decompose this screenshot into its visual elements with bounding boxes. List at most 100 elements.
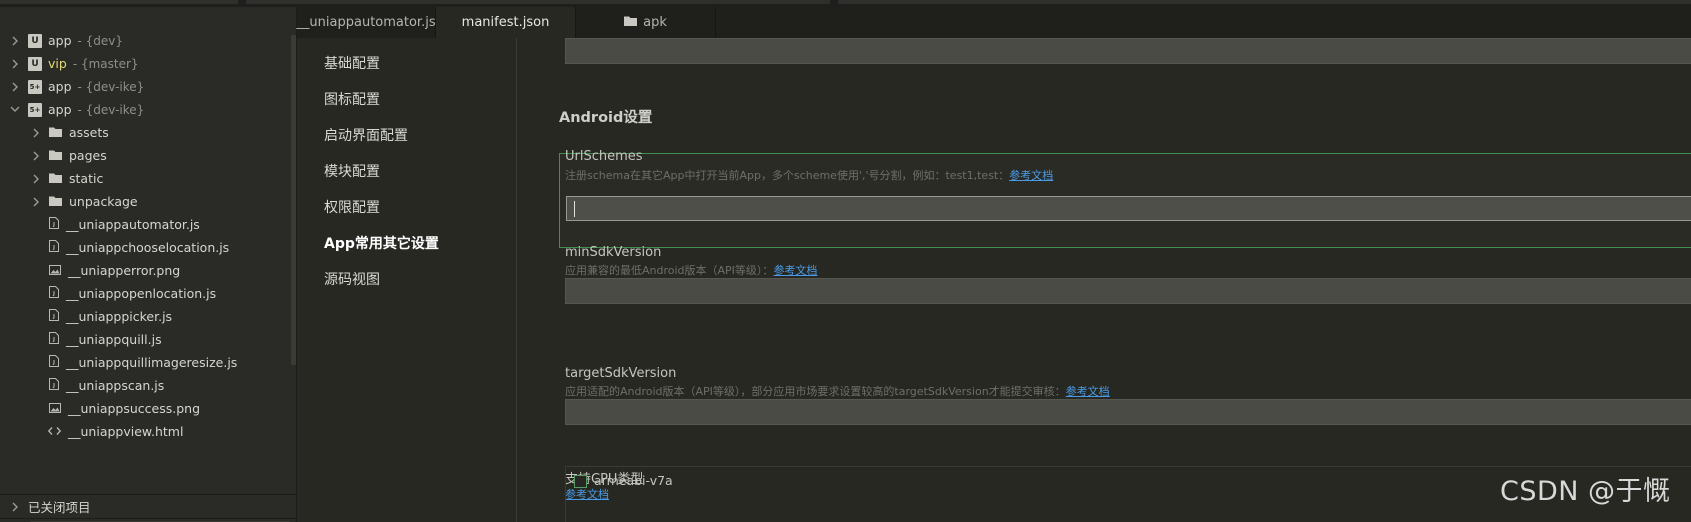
chevron-right-icon[interactable] bbox=[10, 82, 20, 92]
nav-item-source-view[interactable]: 源码视图 bbox=[324, 269, 380, 289]
url-schemes-hint-text: 注册schema在其它App中打开当前App，多个scheme使用','号分割，… bbox=[565, 169, 1010, 182]
folder-icon bbox=[49, 125, 62, 140]
file-row[interactable]: __uniappquill.js bbox=[0, 327, 290, 352]
min-sdk-hint: 应用兼容的最低Android版本（API等级）：参考文档 bbox=[565, 262, 817, 278]
file-row[interactable]: __uniappautomator.js bbox=[0, 212, 290, 237]
chevron-right-icon[interactable] bbox=[31, 197, 41, 207]
project-branch: - {dev} bbox=[77, 33, 124, 48]
project-branch: - {dev-ike} bbox=[77, 102, 145, 117]
folder-icon bbox=[49, 148, 62, 163]
file-row[interactable]: __uniapppicker.js bbox=[0, 304, 290, 329]
folder-row[interactable]: pages bbox=[0, 143, 290, 168]
file-name: __uniappquill.js bbox=[66, 332, 162, 347]
js-file-icon bbox=[49, 378, 59, 393]
url-schemes-hint: 注册schema在其它App中打开当前App，多个scheme使用','号分割，… bbox=[565, 167, 1053, 183]
nav-item-basic[interactable]: 基础配置 bbox=[324, 53, 380, 73]
armeabi-v7a-checkbox[interactable] bbox=[574, 475, 587, 488]
tab-uniappautomator[interactable]: __uniappautomator.js bbox=[296, 7, 436, 38]
chevron-right-icon[interactable] bbox=[10, 502, 20, 512]
target-sdk-hint-text: 应用适配的Android版本（API等级），部分应用市场要求设置较高的targe… bbox=[565, 385, 1066, 398]
url-schemes-label: UrlSchemes bbox=[565, 149, 643, 164]
editor-tabs: __uniappautomator.js manifest.json apk bbox=[296, 7, 1691, 38]
folder-row[interactable]: unpackage bbox=[0, 189, 290, 214]
uniapp-project-icon: U bbox=[28, 33, 42, 48]
project-branch: - {master} bbox=[72, 56, 139, 71]
project-name: app bbox=[48, 33, 72, 48]
chevron-right-icon[interactable] bbox=[10, 59, 20, 69]
url-schemes-input[interactable] bbox=[566, 196, 1691, 221]
url-schemes-doc-link[interactable]: 参考文档 bbox=[1009, 169, 1053, 182]
closed-projects-toggle[interactable]: 已关闭项目 bbox=[0, 494, 297, 518]
target-sdk-hint: 应用适配的Android版本（API等级），部分应用市场要求设置较高的targe… bbox=[565, 383, 1110, 399]
file-name: __uniapppicker.js bbox=[66, 309, 173, 324]
armeabi-v7a-label: armeabi-v7a bbox=[594, 473, 673, 488]
tab-label: manifest.json bbox=[461, 15, 550, 30]
project-name: vip bbox=[48, 56, 67, 71]
chevron-down-icon[interactable] bbox=[10, 105, 20, 115]
file-row[interactable]: __uniappopenlocation.js bbox=[0, 281, 290, 306]
js-file-icon bbox=[49, 286, 59, 301]
project-branch: - {dev-ike} bbox=[77, 79, 145, 94]
previous-field-input[interactable] bbox=[565, 38, 1691, 64]
window-top-strip bbox=[0, 0, 1691, 7]
min-sdk-hint-text: 应用兼容的最低Android版本（API等级）： bbox=[565, 264, 774, 277]
nav-item-modules[interactable]: 模块配置 bbox=[324, 161, 380, 181]
folder-icon bbox=[624, 15, 638, 30]
target-sdk-label: targetSdkVersion bbox=[565, 366, 677, 381]
file-row[interactable]: __uniappsuccess.png bbox=[0, 396, 290, 421]
project-name: app bbox=[48, 79, 72, 94]
project-row[interactable]: 5+ app - {dev-ike} bbox=[0, 74, 290, 99]
nav-item-app-other-settings[interactable]: App常用其它设置 bbox=[324, 233, 439, 253]
html5plus-project-icon: 5+ bbox=[28, 102, 42, 117]
file-name: __uniappopenlocation.js bbox=[66, 286, 217, 301]
project-row[interactable]: 5+ app - {dev-ike} bbox=[0, 97, 290, 122]
file-name: __uniappautomator.js bbox=[66, 217, 200, 232]
file-name: __uniappview.html bbox=[68, 424, 184, 439]
html5plus-project-icon: 5+ bbox=[28, 79, 42, 94]
target-sdk-input[interactable] bbox=[565, 399, 1691, 425]
sidebar-scrollbar[interactable] bbox=[291, 35, 296, 365]
settings-content: Android设置 UrlSchemes 注册schema在其它App中打开当前… bbox=[518, 38, 1691, 522]
file-row[interactable]: __uniappview.html bbox=[0, 419, 290, 444]
nav-item-splash[interactable]: 启动界面配置 bbox=[324, 125, 408, 145]
chevron-right-icon[interactable] bbox=[31, 128, 41, 138]
tab-manifest[interactable]: manifest.json bbox=[436, 7, 576, 38]
section-title: Android设置 bbox=[559, 110, 653, 126]
folder-name: unpackage bbox=[69, 194, 138, 209]
uniapp-project-icon: U bbox=[28, 56, 42, 71]
manifest-settings-nav: 基础配置 图标配置 启动界面配置 模块配置 权限配置 App常用其它设置 源码视… bbox=[297, 38, 517, 522]
folder-name: static bbox=[69, 171, 104, 186]
folder-row[interactable]: static bbox=[0, 166, 290, 191]
project-row[interactable]: U vip - {master} bbox=[0, 51, 290, 76]
chevron-right-icon[interactable] bbox=[10, 36, 20, 46]
target-sdk-doc-link[interactable]: 参考文档 bbox=[1066, 385, 1110, 398]
min-sdk-doc-link[interactable]: 参考文档 bbox=[773, 264, 817, 277]
file-name: __uniappchooselocation.js bbox=[66, 240, 230, 255]
folder-name: assets bbox=[69, 125, 109, 140]
image-file-icon bbox=[49, 401, 61, 416]
js-file-icon bbox=[49, 355, 59, 370]
file-row[interactable]: __uniapperror.png bbox=[0, 258, 290, 283]
html-file-icon bbox=[47, 424, 62, 439]
nav-item-icons[interactable]: 图标配置 bbox=[324, 89, 380, 109]
js-file-icon bbox=[49, 309, 59, 324]
top-strip-segment bbox=[246, 0, 830, 4]
file-row[interactable]: __uniappchooselocation.js bbox=[0, 235, 290, 260]
min-sdk-input[interactable] bbox=[565, 278, 1691, 304]
chevron-right-icon[interactable] bbox=[31, 174, 41, 184]
file-row[interactable]: __uniappscan.js bbox=[0, 373, 290, 398]
project-explorer: U app - {dev} U vip - {master} 5+ app - … bbox=[0, 7, 297, 522]
nav-item-permissions[interactable]: 权限配置 bbox=[324, 197, 380, 217]
folder-icon bbox=[49, 194, 62, 209]
chevron-right-icon[interactable] bbox=[31, 151, 41, 161]
project-row[interactable]: U app - {dev} bbox=[0, 28, 290, 53]
tab-apk[interactable]: apk bbox=[576, 7, 716, 38]
file-row[interactable]: __uniappquillimageresize.js bbox=[0, 350, 290, 375]
file-name: __uniappscan.js bbox=[66, 378, 165, 393]
top-strip-segment bbox=[838, 0, 1691, 4]
top-strip-segment bbox=[0, 0, 238, 4]
closed-projects-label: 已关闭项目 bbox=[28, 500, 91, 515]
folder-row[interactable]: assets bbox=[0, 120, 290, 145]
tab-label: apk bbox=[643, 15, 667, 30]
csdn-watermark: CSDN @于慨 bbox=[1500, 476, 1671, 507]
